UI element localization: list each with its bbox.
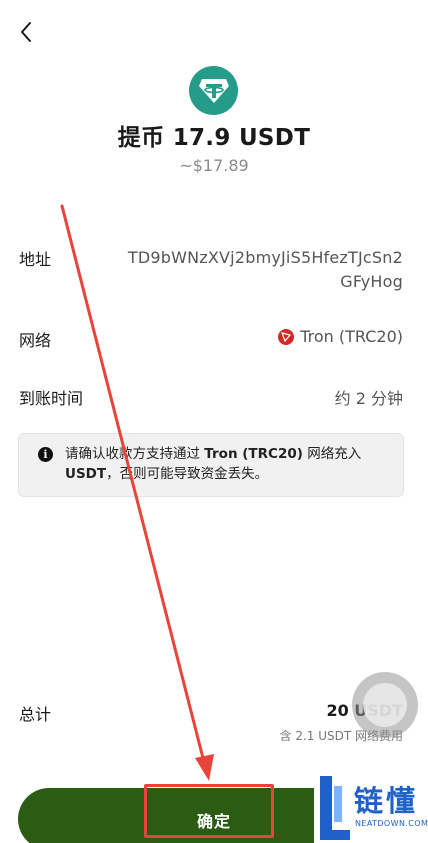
watermark-subtext: NEATDOWN.COM [355,819,428,828]
confirm-label: 确定 [196,812,231,831]
arrival-value: 约 2 分钟 [334,389,403,408]
network-value-row: Tron (TRC20) [278,327,403,346]
network-label: 网络 [19,331,52,350]
chevron-left-icon [21,22,31,42]
notice-text-2: 网络充入 [302,446,362,462]
tron-icon [278,328,295,345]
watermark: 链懂 NEATDOWN.COM [314,772,428,843]
watermark-text: 链懂 [354,784,419,818]
address-label: 地址 [19,250,52,269]
fiat-value: ~$17.89 [179,156,249,175]
floating-assistive-button[interactable] [352,672,418,738]
watermark-logo-icon [320,776,350,840]
notice-text-3: ，否则可能导致资金丢失。 [106,466,269,482]
address-value: TD9bWNzXVj2bmyJiS5HfezTJcSn2GFyHog [127,248,403,291]
network-value: Tron (TRC20) [300,327,403,346]
network-warning: i 请确认收款方支持通过 Tron (TRC20) 网络充入 USDT，否则可能… [18,433,404,497]
notice-network: Tron (TRC20) [204,446,303,462]
notice-text-1: 请确认收款方支持通过 [65,446,205,462]
info-icon: i [38,447,53,462]
total-label: 总计 [19,705,52,724]
tether-usdt-icon [189,66,238,115]
floating-button-inner [363,683,407,727]
back-button[interactable] [12,18,40,46]
notice-token: USDT [65,466,107,482]
page-title: 提币 17.9 USDT [117,125,311,151]
arrival-label: 到账时间 [19,389,84,408]
